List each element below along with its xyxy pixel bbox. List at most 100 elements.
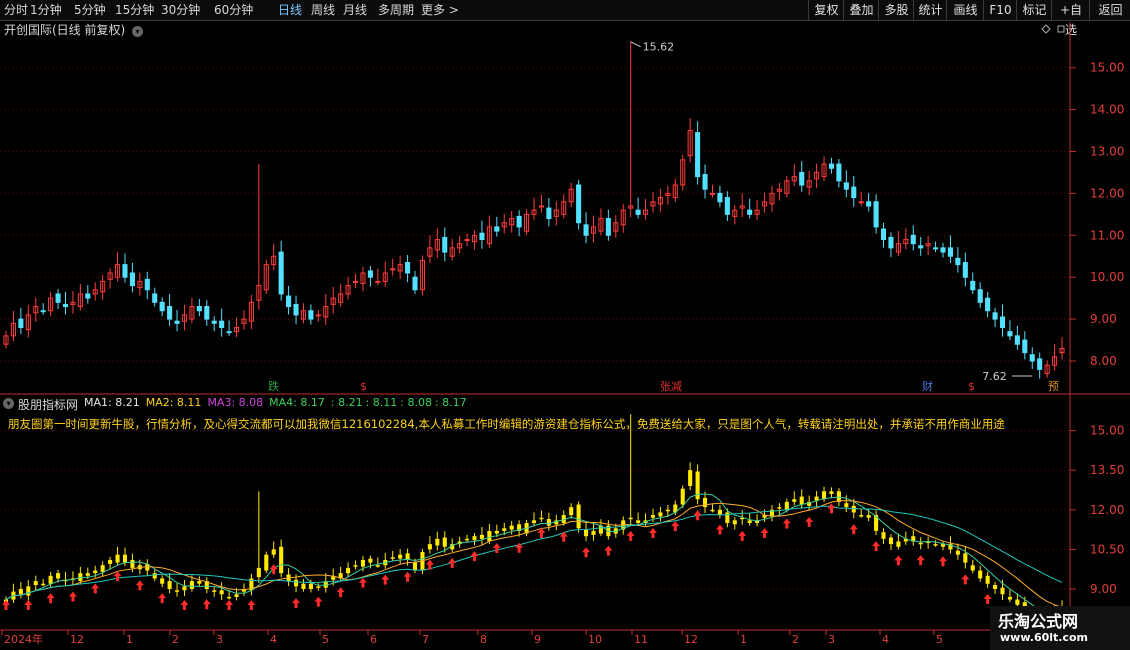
buy-arrow-icon <box>314 596 323 607</box>
ind-candle-body <box>487 530 492 542</box>
ind-candle-body <box>390 557 395 559</box>
candle-body <box>152 293 158 303</box>
chart-canvas[interactable]: 15.0014.0013.0012.0011.0010.009.008.0015… <box>0 0 1130 650</box>
ind-candle-body <box>48 575 53 584</box>
time-axis-label: 6 <box>370 633 377 646</box>
watermark-url: www.60lt.com <box>1000 631 1089 644</box>
buy-arrow-icon <box>827 503 836 514</box>
main-tick-label: 8.00 <box>1090 354 1117 368</box>
candle-body <box>226 331 232 334</box>
candle-body <box>851 186 857 199</box>
ind-candle-body <box>465 538 470 541</box>
ind-candle-body <box>115 554 120 563</box>
candle-body <box>479 232 485 240</box>
candle-body <box>1022 339 1028 354</box>
ind-candle-body <box>881 532 886 539</box>
candle-body <box>709 192 716 195</box>
candle-body <box>985 297 991 312</box>
ind-candle-body <box>777 507 782 509</box>
main-tick-label: 12.00 <box>1090 186 1124 200</box>
main-tick-label: 13.00 <box>1090 145 1124 159</box>
ind-candle-body <box>264 554 269 571</box>
ma-legend-item: MA2: 8.11 <box>145 396 202 409</box>
candle-body <box>576 184 582 224</box>
ind-candle-body <box>829 491 834 494</box>
candle-body <box>1037 358 1043 370</box>
ind-candle-body <box>316 586 321 588</box>
ind-candle-body <box>933 544 938 546</box>
ind-candle-body <box>955 550 960 555</box>
ind-candle-body <box>866 515 871 518</box>
candle-body <box>122 264 128 278</box>
time-axis-label: 9 <box>534 633 541 646</box>
candle-body <box>494 226 500 232</box>
candle-body <box>910 234 916 245</box>
candle-body <box>375 280 381 283</box>
ind-candle-body <box>56 573 61 579</box>
ind-candle-body <box>160 578 165 584</box>
buy-arrow-icon <box>894 555 903 566</box>
buy-arrow-icon <box>135 580 144 591</box>
indicator-name[interactable]: ▾ 股朋指标网 <box>3 396 78 413</box>
buy-arrow-icon <box>336 587 345 598</box>
ind-candle-body <box>985 575 990 584</box>
candle-body <box>605 218 611 236</box>
time-axis-label: 5 <box>936 633 943 646</box>
time-axis-label: 2024年 <box>4 632 43 646</box>
time-axis-label: 12 <box>70 633 84 646</box>
candle-body <box>724 197 730 215</box>
time-axis-label: 11 <box>634 633 648 646</box>
maximize-icon <box>1057 25 1065 33</box>
max-label-leader <box>630 41 641 48</box>
event-marker: $ <box>360 380 367 393</box>
min-price-label: 7.62 <box>982 370 1007 383</box>
ind-tick-label: 9.00 <box>1090 582 1117 596</box>
time-axis-label: 1 <box>126 633 133 646</box>
ind-candle-body <box>18 589 23 595</box>
candle-body <box>159 301 165 312</box>
candle-body <box>293 303 299 316</box>
ind-candle-body <box>435 538 440 546</box>
ind-candle-body <box>100 565 105 572</box>
ind-candle-body <box>680 488 685 505</box>
buy-arrow-icon <box>202 599 211 610</box>
ind-candle-body <box>539 517 544 520</box>
ind-candle-body <box>189 581 194 589</box>
candle-body <box>1007 331 1013 337</box>
event-marker: $ <box>968 380 975 393</box>
buy-arrow-icon <box>738 530 747 541</box>
candle-body <box>167 306 173 320</box>
buy-arrow-icon <box>68 591 77 602</box>
ind-candle-body <box>888 537 894 545</box>
main-tick-label: 11.00 <box>1090 228 1124 242</box>
ma-legend: MA1: 8.21 MA2: 8.11 MA3: 8.08 MA4: 8.17: 8.… <box>84 396 470 409</box>
candle-body <box>144 278 150 291</box>
ind-candle-body <box>502 528 507 531</box>
ind-candle-body <box>576 504 581 529</box>
ind-candle-body <box>33 581 38 586</box>
ind-candle-body <box>859 515 864 517</box>
ind-candle-body <box>182 586 187 591</box>
ma-legend-item: MA3: 8.08 <box>207 396 264 409</box>
ind-tick-label: 13.50 <box>1090 463 1124 477</box>
ind-candle-body <box>427 544 432 550</box>
indicator-chevron-icon[interactable]: ▾ <box>3 398 14 409</box>
candle-body <box>843 182 849 190</box>
ind-candle-body <box>799 496 804 505</box>
ind-tick-label: 15.00 <box>1090 424 1124 438</box>
ind-candle-body <box>688 470 693 487</box>
ind-candle-body <box>174 590 180 592</box>
buy-arrow-icon <box>46 593 55 604</box>
ind-candle-body <box>412 562 418 571</box>
time-axis-label: 10 <box>588 633 602 646</box>
main-tick-label: 15.00 <box>1090 61 1124 75</box>
main-tick-label: 10.00 <box>1090 270 1124 284</box>
candle-body <box>583 224 589 236</box>
buy-arrow-icon <box>492 542 501 553</box>
ind-candle-body <box>725 512 730 523</box>
buy-arrow-icon <box>24 600 33 610</box>
buy-arrow-icon <box>247 600 256 610</box>
candle-body <box>367 270 373 278</box>
candle-body <box>390 268 396 271</box>
ind-candle-body <box>509 525 514 530</box>
